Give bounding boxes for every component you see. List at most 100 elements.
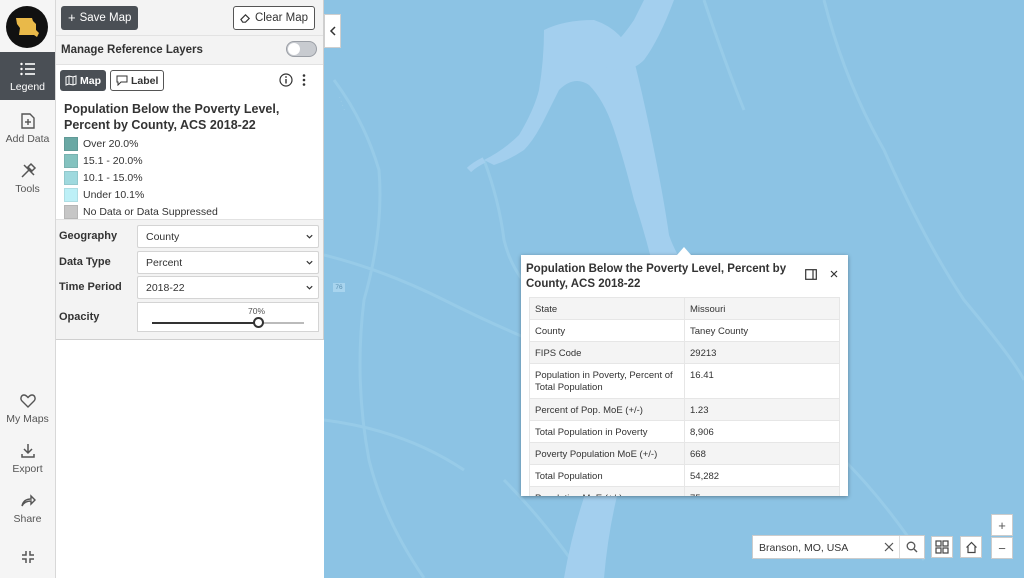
rail-export-label: Export bbox=[12, 462, 43, 475]
chevron-down-icon bbox=[306, 260, 313, 265]
popup-table-container[interactable]: State Missouri County Taney County FIPS Co… bbox=[529, 297, 840, 496]
tab-label[interactable]: Label bbox=[110, 70, 165, 91]
plus-icon: + bbox=[998, 517, 1006, 533]
legend-swatch bbox=[64, 204, 78, 219]
table-row: Percent of Pop. MoE (+/-) 1.23 bbox=[529, 398, 840, 421]
rail-my-maps-label: My Maps bbox=[6, 412, 49, 425]
legend-item: 15.1 - 20.0% bbox=[64, 152, 218, 169]
table-key: FIPS Code bbox=[529, 341, 685, 364]
table-value: 29213 bbox=[684, 341, 840, 364]
table-row: Population in Poverty, Percent of Total … bbox=[529, 363, 840, 399]
chevron-down-icon bbox=[306, 285, 313, 290]
zoom-in-button[interactable]: + bbox=[991, 514, 1013, 536]
legend-item: Over 20.0% bbox=[64, 135, 218, 152]
geography-label: Geography bbox=[59, 230, 118, 242]
chevron-down-icon bbox=[306, 234, 313, 239]
table-key: County bbox=[529, 319, 685, 342]
zoom-out-button[interactable]: − bbox=[991, 537, 1013, 559]
share-icon bbox=[20, 493, 36, 506]
layer-tabs-row: Map Label bbox=[56, 65, 323, 95]
collapse-icon bbox=[21, 550, 34, 563]
legend-swatch bbox=[64, 187, 78, 202]
search-icon[interactable] bbox=[906, 541, 918, 553]
tab-map[interactable]: Map bbox=[60, 70, 106, 91]
rail-collapse-button[interactable] bbox=[0, 534, 55, 578]
opacity-thumb[interactable] bbox=[252, 317, 264, 328]
left-rail: Legend Add Data Tools My Maps Export Sha… bbox=[0, 0, 56, 578]
table-row: State Missouri bbox=[529, 297, 840, 320]
table-key: Total Population bbox=[529, 464, 685, 487]
legend-item: 10.1 - 15.0% bbox=[64, 169, 218, 186]
search-value: Branson, MO, USA bbox=[759, 542, 849, 554]
rail-add-data-button[interactable]: Add Data bbox=[0, 104, 55, 152]
legend-swatch bbox=[64, 170, 78, 185]
search-divider bbox=[899, 536, 900, 558]
basemap-gallery-button[interactable] bbox=[931, 536, 953, 558]
export-icon bbox=[20, 443, 35, 458]
toggle-knob bbox=[288, 43, 300, 55]
data-type-row: Data Type Percent bbox=[56, 251, 323, 275]
tab-map-label: Map bbox=[80, 74, 101, 87]
table-value: 54,282 bbox=[684, 464, 840, 487]
rail-add-data-label: Add Data bbox=[5, 132, 50, 145]
clear-map-label: Clear Map bbox=[254, 12, 308, 24]
geography-row: Geography County bbox=[56, 225, 323, 249]
missouri-logo[interactable] bbox=[6, 6, 48, 48]
opacity-label: Opacity bbox=[59, 311, 100, 323]
rail-tools-button[interactable]: Tools bbox=[0, 154, 55, 202]
dock-icon[interactable] bbox=[805, 269, 817, 280]
missouri-state-icon bbox=[16, 18, 39, 37]
table-key: Population in Poverty, Percent of Total … bbox=[529, 363, 685, 399]
data-type-select[interactable]: Percent bbox=[137, 251, 319, 274]
table-value: Missouri bbox=[684, 297, 840, 320]
opacity-slider[interactable]: 70% bbox=[137, 302, 319, 332]
table-row: FIPS Code 29213 bbox=[529, 341, 840, 364]
close-icon[interactable] bbox=[829, 269, 839, 279]
reference-layers-toggle[interactable] bbox=[286, 41, 317, 57]
save-map-label: Save Map bbox=[79, 12, 132, 24]
more-options-icon[interactable] bbox=[297, 73, 311, 87]
table-row: Poverty Population MoE (+/-) 668 bbox=[529, 442, 840, 465]
table-key: Total Population in Poverty bbox=[529, 420, 685, 443]
layer-controls: Geography County Data Type Percent Time … bbox=[56, 219, 323, 339]
info-icon[interactable] bbox=[279, 73, 293, 87]
rail-my-maps-button[interactable]: My Maps bbox=[0, 384, 55, 432]
rail-share-label: Share bbox=[13, 512, 42, 525]
legend-swatch bbox=[64, 136, 78, 151]
tools-icon bbox=[20, 162, 36, 178]
clear-search-icon[interactable] bbox=[884, 542, 894, 552]
label-icon bbox=[116, 75, 128, 86]
plus-icon: + bbox=[68, 10, 76, 25]
table-key: Percent of Pop. MoE (+/-) bbox=[529, 398, 685, 421]
legend-item-label: No Data or Data Suppressed bbox=[83, 205, 218, 218]
geography-value: County bbox=[146, 231, 180, 243]
legend-swatch bbox=[64, 153, 78, 168]
table-row: Total Population 54,282 bbox=[529, 464, 840, 487]
legend-item-label: Under 10.1% bbox=[83, 188, 145, 201]
reference-layers-row: Manage Reference Layers bbox=[56, 36, 323, 65]
add-data-icon bbox=[20, 112, 35, 129]
time-period-row: Time Period 2018-22 bbox=[56, 276, 323, 300]
rail-export-button[interactable]: Export bbox=[0, 434, 55, 482]
home-button[interactable] bbox=[960, 536, 982, 558]
collapse-panel-button[interactable] bbox=[324, 14, 341, 48]
legend-item-label: Over 20.0% bbox=[83, 137, 139, 150]
panel-toolbar: + Save Map Clear Map bbox=[56, 0, 323, 36]
list-icon bbox=[19, 62, 35, 75]
basemap-grid-icon bbox=[935, 540, 949, 554]
legend-panel: + Save Map Clear Map Manage Reference La… bbox=[56, 0, 324, 340]
table-value: 16.41 bbox=[684, 363, 840, 399]
save-map-button[interactable]: + Save Map bbox=[61, 6, 139, 30]
opacity-row: Opacity 70% bbox=[56, 302, 323, 332]
table-row: Population MoE (+/-)75 bbox=[529, 486, 840, 496]
popup-table: State Missouri County Taney County FIPS Co… bbox=[529, 297, 840, 496]
rail-share-button[interactable]: Share bbox=[0, 484, 55, 532]
geography-select[interactable]: County bbox=[137, 225, 319, 248]
legend-item-label: 10.1 - 15.0% bbox=[83, 171, 143, 184]
clear-map-button[interactable]: Clear Map bbox=[232, 6, 315, 30]
opacity-fill bbox=[152, 322, 259, 324]
time-period-select[interactable]: 2018-22 bbox=[137, 276, 319, 299]
rail-legend-button[interactable]: Legend bbox=[0, 52, 55, 100]
location-search-input[interactable]: Branson, MO, USA bbox=[752, 535, 925, 559]
rail-legend-label: Legend bbox=[9, 80, 46, 93]
